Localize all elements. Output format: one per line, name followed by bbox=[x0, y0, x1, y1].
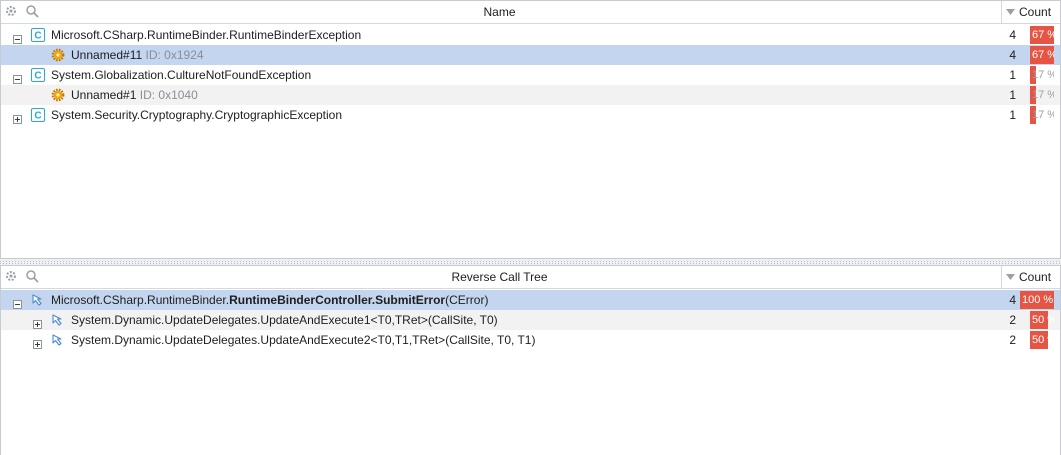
call-tree-header: Reverse Call Tree Count bbox=[1, 266, 1060, 289]
class-icon: C bbox=[31, 28, 45, 42]
row-count: 2 bbox=[1009, 313, 1016, 327]
row-count: 2 bbox=[1009, 333, 1016, 347]
row-label: System.Dynamic.UpdateDelegates.UpdateAnd… bbox=[71, 310, 498, 330]
expand-toggle-icon[interactable] bbox=[13, 110, 22, 124]
svg-text:C: C bbox=[34, 71, 41, 82]
tree-row[interactable]: C System.Security.Cryptography.Cryptograp… bbox=[1, 105, 1060, 125]
method-signature: (CallSite, T0) bbox=[427, 313, 498, 327]
thread-gear-icon bbox=[51, 48, 65, 62]
row-count: 1 bbox=[1009, 68, 1016, 82]
sort-descending-icon bbox=[1006, 273, 1015, 280]
row-label: System.Security.Cryptography.Cryptograph… bbox=[51, 105, 342, 125]
row-name: System.Security.Cryptography.Cryptograph… bbox=[51, 108, 343, 122]
count-column-header[interactable]: Count bbox=[1001, 266, 1060, 288]
class-icon-wrapper: C bbox=[31, 108, 45, 128]
expand-toggle-icon[interactable] bbox=[33, 335, 42, 349]
call-arrow-icon bbox=[52, 314, 62, 326]
row-label: System.Globalization.CultureNotFoundExce… bbox=[51, 65, 311, 85]
row-label: Unnamed#11 ID: 0x1924 bbox=[71, 45, 204, 65]
row-count: 4 bbox=[1009, 48, 1016, 62]
tree-row[interactable]: Unnamed#1 ID: 0x1040 1 17 % bbox=[1, 85, 1060, 105]
expand-toggle-icon[interactable] bbox=[33, 315, 42, 329]
class-icon: C bbox=[31, 68, 45, 82]
percent-label: 67 % bbox=[1032, 49, 1054, 61]
name-column-header[interactable]: Name bbox=[1, 1, 998, 23]
percent-label: 17 % bbox=[1032, 109, 1054, 121]
count-header-label: Count bbox=[1019, 270, 1052, 284]
percent-label: 17 % bbox=[1032, 89, 1054, 101]
tree-row[interactable]: Microsoft.CSharp.RuntimeBinder.RuntimeBi… bbox=[1, 290, 1060, 310]
call-arrow-icon bbox=[52, 334, 62, 346]
thread-gear-icon bbox=[51, 88, 65, 102]
collapse-toggle-icon[interactable] bbox=[13, 70, 22, 84]
count-header-label: Count bbox=[1019, 5, 1052, 19]
percent-label: 67 % bbox=[1032, 29, 1054, 41]
reverse-call-tree-panel: Reverse Call Tree Count Microsoft.CSharp… bbox=[0, 265, 1061, 455]
row-label: Microsoft.CSharp.RuntimeBinder.RuntimeBi… bbox=[51, 25, 361, 45]
svg-text:C: C bbox=[34, 111, 41, 122]
method-signature: (CallSite, T0, T1) bbox=[445, 333, 536, 347]
method-namespace: Microsoft.CSharp.RuntimeBinder. bbox=[51, 293, 230, 307]
collapse-toggle-icon[interactable] bbox=[13, 295, 22, 309]
tree-row[interactable]: System.Dynamic.UpdateDelegates.UpdateAnd… bbox=[1, 330, 1060, 350]
row-label: Unnamed#1 ID: 0x1040 bbox=[71, 85, 198, 105]
tree-row[interactable]: Unnamed#11 ID: 0x1924 4 67 % bbox=[1, 45, 1060, 65]
thread-id: ID: 0x1924 bbox=[145, 48, 204, 62]
tree-row[interactable]: System.Dynamic.UpdateDelegates.UpdateAnd… bbox=[1, 310, 1060, 330]
row-count: 1 bbox=[1009, 108, 1016, 122]
count-column-header[interactable]: Count bbox=[1001, 1, 1060, 23]
method-namespace: System.Dynamic.UpdateDelegates.UpdateAnd… bbox=[71, 313, 428, 327]
call-arrow-icon-wrapper bbox=[51, 333, 65, 353]
row-count: 1 bbox=[1009, 88, 1016, 102]
row-name: Unnamed#1 bbox=[71, 88, 137, 102]
method-signature: (CError) bbox=[445, 293, 489, 307]
row-label: Microsoft.CSharp.RuntimeBinder.RuntimeBi… bbox=[51, 290, 488, 310]
row-label: System.Dynamic.UpdateDelegates.UpdateAnd… bbox=[71, 330, 535, 350]
percent-label: 100 % bbox=[1022, 294, 1054, 306]
percent-label: 17 % bbox=[1032, 69, 1054, 81]
call-tree-column-header[interactable]: Reverse Call Tree bbox=[1, 266, 998, 288]
exceptions-panel: Name Count C Microsoft.CSharp.RuntimeBind… bbox=[0, 0, 1061, 259]
exceptions-header: Name Count bbox=[1, 1, 1060, 24]
sort-descending-icon bbox=[1006, 8, 1015, 15]
thread-id: ID: 0x1040 bbox=[139, 88, 198, 102]
method-name: RuntimeBinderController.SubmitError bbox=[229, 293, 446, 307]
percent-label: 50 % bbox=[1032, 334, 1054, 346]
row-name: System.Globalization.CultureNotFoundExce… bbox=[51, 68, 312, 82]
call-arrow-icon bbox=[32, 294, 42, 306]
class-icon: C bbox=[31, 108, 45, 122]
method-namespace: System.Dynamic.UpdateDelegates.UpdateAnd… bbox=[71, 333, 446, 347]
tree-row[interactable]: C System.Globalization.CultureNotFoundExc… bbox=[1, 65, 1060, 85]
row-name: Unnamed#11 bbox=[71, 48, 143, 62]
row-name: Microsoft.CSharp.RuntimeBinder.RuntimeBi… bbox=[51, 28, 362, 42]
percent-label: 50 % bbox=[1032, 314, 1054, 326]
row-count: 4 bbox=[1009, 28, 1016, 42]
row-count: 4 bbox=[1009, 293, 1016, 307]
collapse-toggle-icon[interactable] bbox=[13, 30, 22, 44]
svg-text:C: C bbox=[34, 31, 41, 42]
tree-row[interactable]: C Microsoft.CSharp.RuntimeBinder.RuntimeB… bbox=[1, 25, 1060, 45]
